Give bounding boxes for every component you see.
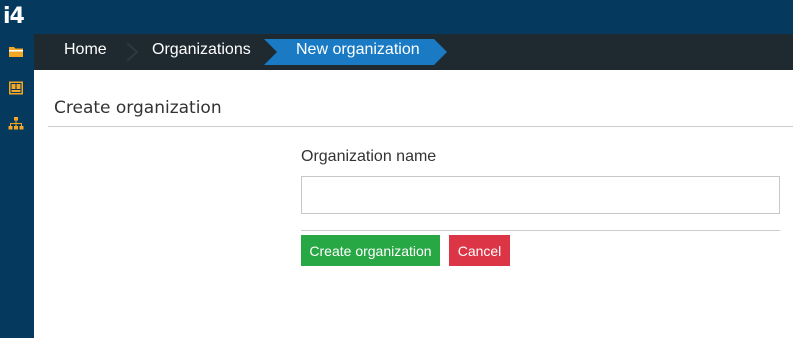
form-divider [301, 230, 780, 231]
organization-name-label: Organization name [301, 148, 437, 165]
organization-name-input[interactable] [301, 176, 780, 214]
chevron-right-icon [126, 42, 138, 62]
folder-icon[interactable] [8, 44, 24, 60]
cancel-button[interactable]: Cancel [449, 235, 510, 266]
breadcrumb-organizations[interactable]: Organizations [152, 34, 251, 70]
breadcrumb-home[interactable]: Home [64, 34, 107, 70]
breadcrumb: Home Organizations New organization [34, 34, 793, 70]
id-card-icon[interactable] [8, 80, 24, 96]
main-content: Create organization Organization name Cr… [34, 70, 793, 338]
create-organization-button[interactable]: Create organization [301, 235, 440, 266]
top-header: i4 [0, 0, 793, 34]
sidebar [0, 34, 34, 338]
breadcrumb-new-organization[interactable]: New organization [296, 34, 420, 70]
org-chart-icon[interactable] [8, 116, 24, 132]
title-divider [48, 126, 793, 127]
page-title: Create organization [54, 98, 222, 118]
app-logo[interactable]: i4 [3, 3, 25, 31]
